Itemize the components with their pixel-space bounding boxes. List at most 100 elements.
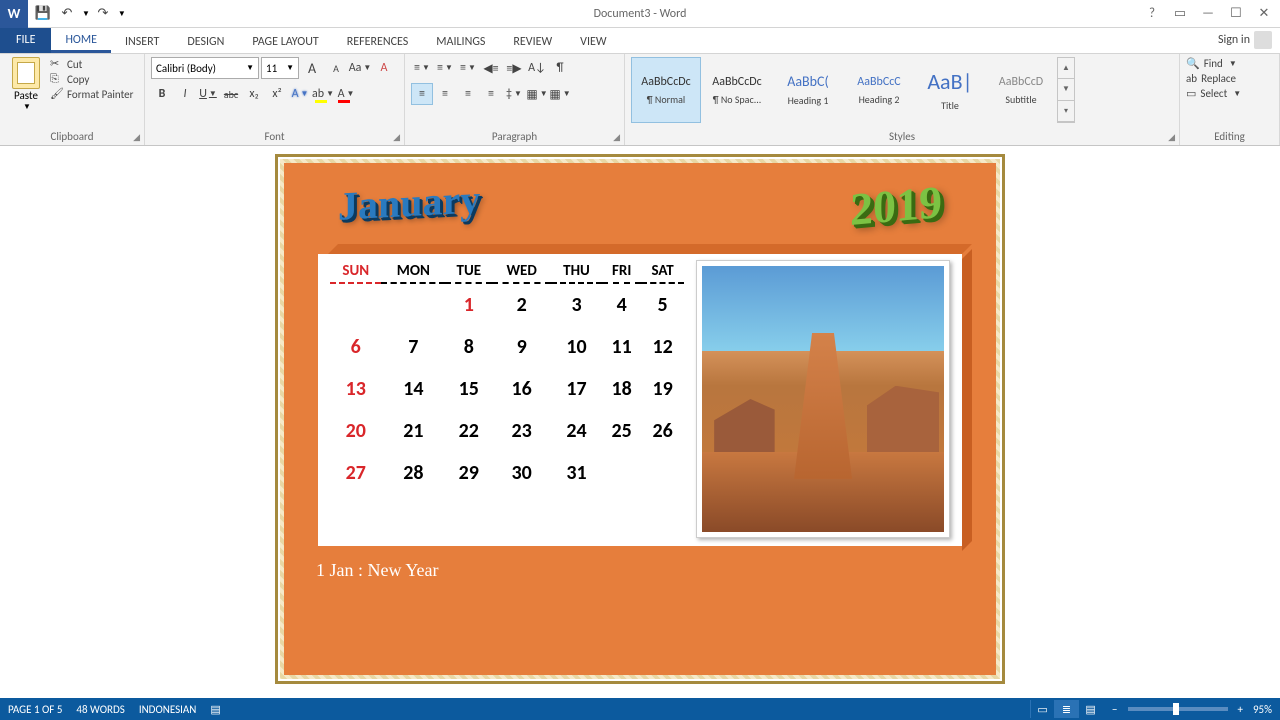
brush-icon: 🖌 xyxy=(50,87,64,101)
redo-button[interactable]: ↷ xyxy=(92,3,114,25)
day-header: SAT xyxy=(641,260,684,283)
sort-button[interactable]: A↓ xyxy=(526,57,548,79)
tab-references[interactable]: REFERENCES xyxy=(333,31,423,53)
web-layout-button[interactable]: ▤ xyxy=(1078,700,1102,718)
tab-review[interactable]: REVIEW xyxy=(499,31,566,53)
word-count[interactable]: 48 WORDS xyxy=(76,703,124,716)
calendar-cell: 14 xyxy=(381,368,445,410)
zoom-in-button[interactable]: + xyxy=(1238,703,1243,716)
save-button[interactable]: 💾 xyxy=(32,3,54,25)
show-marks-button[interactable]: ¶ xyxy=(549,57,571,79)
find-button[interactable]: 🔍Find▼ xyxy=(1186,57,1273,70)
tab-view[interactable]: VIEW xyxy=(566,31,620,53)
decrease-indent-button[interactable]: ◀≡ xyxy=(480,57,502,79)
align-center-button[interactable]: ≡ xyxy=(434,83,456,105)
maximize-button[interactable]: ☐ xyxy=(1224,6,1248,21)
undo-button[interactable]: ↶ xyxy=(56,3,78,25)
bold-button[interactable]: B xyxy=(151,83,173,105)
font-name-combobox[interactable]: Calibri (Body)▼ xyxy=(151,57,259,79)
styles-down-icon[interactable]: ▼ xyxy=(1058,79,1074,100)
calendar-cell: 26 xyxy=(641,410,684,452)
style-subtitle[interactable]: AaBbCcDSubtitle xyxy=(986,57,1056,123)
tab-page-layout[interactable]: PAGE LAYOUT xyxy=(238,31,332,53)
qat-customize-icon[interactable]: ▼ xyxy=(118,9,126,19)
strikethrough-button[interactable]: abc xyxy=(220,83,242,105)
calendar-cell: 3 xyxy=(551,283,602,326)
tab-mailings[interactable]: MAILINGS xyxy=(422,31,499,53)
minimize-button[interactable]: — xyxy=(1196,6,1220,21)
calendar-cell: 11 xyxy=(602,326,641,368)
zoom-out-button[interactable]: − xyxy=(1112,703,1117,716)
increase-indent-button[interactable]: ≡▶ xyxy=(503,57,525,79)
format-painter-button[interactable]: 🖌Format Painter xyxy=(50,87,133,101)
borders-button[interactable]: ▦▼ xyxy=(549,83,571,105)
styles-dialog-launcher-icon[interactable]: ◢ xyxy=(1168,132,1175,143)
multilevel-list-button[interactable]: ≡▼ xyxy=(457,57,479,79)
shading-button[interactable]: ▦▼ xyxy=(526,83,548,105)
tab-insert[interactable]: INSERT xyxy=(111,31,173,53)
macro-icon[interactable]: ▤ xyxy=(210,703,220,716)
calendar-cell: 16 xyxy=(492,368,550,410)
calendar-note: 1 Jan : New Year xyxy=(298,546,982,581)
font-color-button[interactable]: A▼ xyxy=(335,83,357,105)
day-header: TUE xyxy=(445,260,492,283)
read-mode-button[interactable]: ▭ xyxy=(1030,700,1054,718)
clear-formatting-button[interactable]: A xyxy=(373,57,395,79)
text-effects-button[interactable]: A▼ xyxy=(289,83,311,105)
style-title[interactable]: AaB|Title xyxy=(915,57,985,123)
undo-dropdown-icon[interactable]: ▼ xyxy=(82,9,90,19)
shrink-font-button[interactable]: A xyxy=(325,57,347,79)
highlight-button[interactable]: ab▼ xyxy=(312,83,334,105)
subscript-button[interactable]: x₂ xyxy=(243,83,265,105)
zoom-level[interactable]: 95% xyxy=(1253,703,1272,716)
title-bar: W 💾 ↶ ▼ ↷ ▼ Document3 - Word ? ▭ — ☐ ✕ xyxy=(0,0,1280,28)
zoom-slider[interactable] xyxy=(1128,707,1228,711)
superscript-button[interactable]: x² xyxy=(266,83,288,105)
paste-dropdown-icon[interactable]: ▼ xyxy=(23,102,31,112)
tab-file[interactable]: FILE xyxy=(0,27,51,53)
replace-button[interactable]: abReplace xyxy=(1186,72,1273,85)
ribbon-options-button[interactable]: ▭ xyxy=(1168,6,1192,21)
print-layout-button[interactable]: ≣ xyxy=(1054,700,1078,718)
numbering-button[interactable]: ≡▼ xyxy=(434,57,456,79)
page-status[interactable]: PAGE 1 OF 5 xyxy=(8,703,62,716)
styles-up-icon[interactable]: ▲ xyxy=(1058,58,1074,79)
styles-more-icon[interactable]: ▾ xyxy=(1058,101,1074,122)
bullets-button[interactable]: ≡▼ xyxy=(411,57,433,79)
paragraph-group-label: Paragraph◢ xyxy=(411,128,618,143)
font-dialog-launcher-icon[interactable]: ◢ xyxy=(393,132,400,143)
align-left-button[interactable]: ≡ xyxy=(411,83,433,105)
clipboard-dialog-launcher-icon[interactable]: ◢ xyxy=(133,132,140,143)
select-button[interactable]: ▭Select▼ xyxy=(1186,87,1273,100)
underline-button[interactable]: U▼ xyxy=(197,83,219,105)
style-normal[interactable]: AaBbCcDc¶ Normal xyxy=(631,57,701,123)
document-canvas[interactable]: January 2019 SUNMONTUEWEDTHUFRISAT 12345… xyxy=(0,146,1280,698)
quick-access-toolbar: 💾 ↶ ▼ ↷ ▼ xyxy=(28,3,130,25)
paste-button[interactable]: Paste ▼ xyxy=(6,57,46,112)
sign-in-link[interactable]: Sign in xyxy=(1210,27,1280,53)
calendar-cell: 22 xyxy=(445,410,492,452)
cut-button[interactable]: ✂Cut xyxy=(50,57,133,71)
style-no-spacing[interactable]: AaBbCcDc¶ No Spac... xyxy=(702,57,772,123)
grow-font-button[interactable]: A xyxy=(301,57,323,79)
justify-button[interactable]: ≡ xyxy=(480,83,502,105)
tab-design[interactable]: DESIGN xyxy=(173,31,238,53)
format-painter-label: Format Painter xyxy=(67,88,133,101)
styles-scroll[interactable]: ▲▼▾ xyxy=(1057,57,1075,123)
line-spacing-button[interactable]: ‡▼ xyxy=(503,83,525,105)
tab-home[interactable]: HOME xyxy=(51,29,111,53)
copy-button[interactable]: ⎘Copy xyxy=(50,72,133,86)
calendar-grid: SUNMONTUEWEDTHUFRISAT 123456789101112131… xyxy=(330,260,684,538)
style-heading-1[interactable]: AaBbC(Heading 1 xyxy=(773,57,843,123)
align-right-button[interactable]: ≡ xyxy=(457,83,479,105)
language-status[interactable]: INDONESIAN xyxy=(139,703,197,716)
paragraph-dialog-launcher-icon[interactable]: ◢ xyxy=(613,132,620,143)
style-heading-2[interactable]: AaBbCcCHeading 2 xyxy=(844,57,914,123)
day-header: FRI xyxy=(602,260,641,283)
italic-button[interactable]: I xyxy=(174,83,196,105)
calendar-page: January 2019 SUNMONTUEWEDTHUFRISAT 12345… xyxy=(275,154,1005,684)
close-button[interactable]: ✕ xyxy=(1252,6,1276,21)
help-button[interactable]: ? xyxy=(1140,6,1164,21)
change-case-button[interactable]: Aa▼ xyxy=(349,57,371,79)
font-size-combobox[interactable]: 11▼ xyxy=(261,57,299,79)
